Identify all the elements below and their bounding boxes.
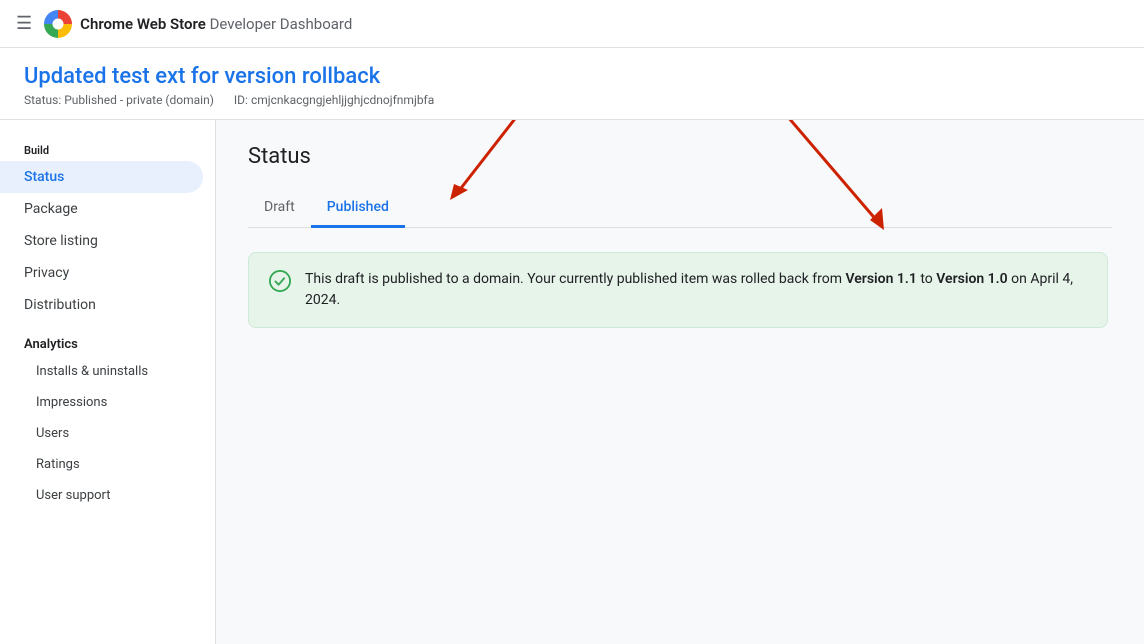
sidebar-item-distribution[interactable]: Distribution [0,289,203,321]
sidebar-item-package[interactable]: Package [0,193,203,225]
logo: Chrome Web Store Developer Dashboard [44,10,352,38]
layout: Build Status Package Store listing Priva… [0,120,1144,644]
page-subtitle: Status: Published - private (domain) ID:… [24,93,1120,107]
main-content: Status Draft Published [216,120,1144,644]
to-version: Version 1.0 [936,271,1007,287]
topbar-title-chrome: Chrome Web Store [80,15,206,33]
page-title: Updated test ext for version rollback [24,64,1120,89]
sidebar-item-user-support[interactable]: User support [0,480,215,511]
sidebar-item-status[interactable]: Status [0,161,203,193]
sidebar-item-impressions[interactable]: Impressions [0,387,215,418]
status-message-text: This draft is published to a domain. You… [305,269,1087,311]
tab-published[interactable]: Published [311,189,405,228]
section-title: Status [248,144,1112,169]
sidebar-item-ratings[interactable]: Ratings [0,449,215,480]
menu-icon[interactable]: ☰ [16,13,32,34]
page-header: Updated test ext for version rollback St… [0,48,1144,120]
sidebar-item-privacy[interactable]: Privacy [0,257,203,289]
status-label: Status: Published - private (domain) [24,93,214,107]
build-label: Build [0,136,215,161]
tabs: Draft Published [248,189,1112,228]
topbar-title-rest: Developer Dashboard [206,15,352,33]
analytics-label: Analytics [0,321,215,356]
status-box: This draft is published to a domain. You… [248,252,1108,328]
tab-draft[interactable]: Draft [248,189,311,228]
chrome-logo-icon [44,10,72,38]
sidebar-item-users[interactable]: Users [0,418,215,449]
sidebar-item-store-listing[interactable]: Store listing [0,225,203,257]
from-version: Version 1.1 [845,271,916,287]
id-label: ID: cmjcnkacgngjehljjghjcdnojfnmjbfa [234,93,434,107]
check-circle-icon [269,270,291,292]
topbar: ☰ Chrome Web Store Developer Dashboard [0,0,1144,48]
arrows-container: This draft is published to a domain. You… [248,252,1112,328]
sidebar: Build Status Package Store listing Priva… [0,120,216,644]
sidebar-item-installs[interactable]: Installs & uninstalls [0,356,215,387]
